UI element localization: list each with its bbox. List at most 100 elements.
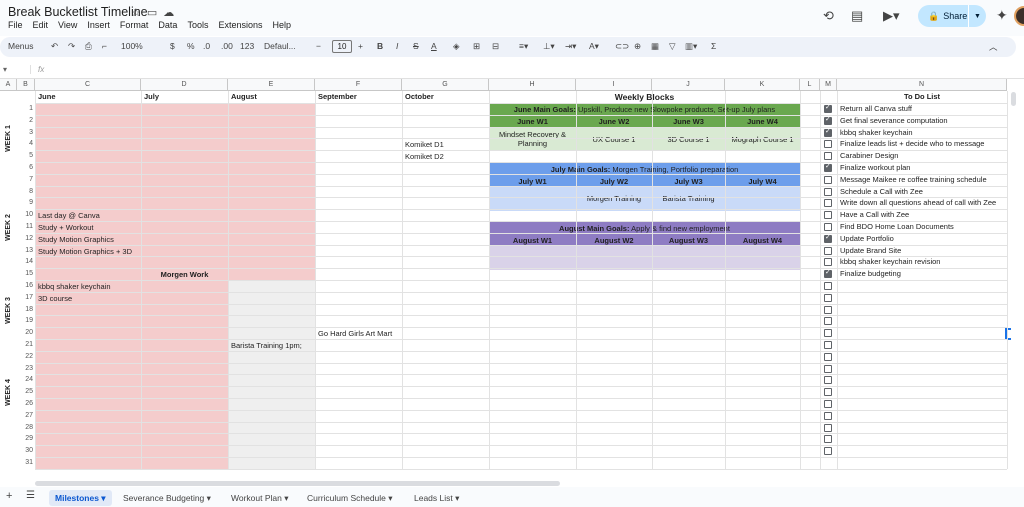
todo-checkbox[interactable] [824, 258, 832, 267]
number-format-button[interactable]: 123 [240, 41, 254, 51]
todo-checkbox[interactable] [824, 127, 832, 137]
menu-view[interactable]: View [58, 20, 77, 30]
row-header[interactable]: 31 [17, 457, 35, 469]
undo-icon[interactable]: ↶ [51, 41, 58, 52]
cell-g4[interactable]: Komiket D1 [403, 139, 488, 151]
row-header[interactable]: 21 [17, 339, 35, 351]
todo-item[interactable]: Finalize workout plan [838, 162, 1006, 174]
todo-item[interactable]: Schedule a Call with Zee [838, 186, 1006, 198]
todo-item[interactable]: Finalize budgeting [838, 268, 1006, 280]
gemini-icon[interactable]: ✦ [996, 7, 1008, 24]
todo-checkbox[interactable] [824, 175, 832, 184]
tab-workout-plan[interactable]: Workout Plan ▾ [225, 490, 295, 506]
row-header[interactable]: 16 [17, 280, 35, 292]
july-task-2[interactable]: Morgen Training [576, 193, 652, 205]
todo-checkbox[interactable] [824, 103, 832, 113]
menu-help[interactable]: Help [272, 20, 291, 30]
row-header[interactable]: 29 [17, 433, 35, 445]
filter-icon[interactable]: ▽ [669, 41, 676, 52]
tab-severance-budgeting[interactable]: Severance Budgeting ▾ [117, 490, 217, 506]
header-july[interactable]: July [142, 91, 227, 103]
menus-search[interactable]: Menus [8, 41, 34, 51]
row-header[interactable]: 24 [17, 374, 35, 386]
todo-item[interactable]: Have a Call with Zee [838, 209, 1006, 221]
fill-color-icon[interactable]: ◈ [453, 41, 460, 52]
row-header[interactable]: 27 [17, 410, 35, 422]
todo-checkbox[interactable] [824, 115, 832, 125]
todo-checkbox[interactable] [824, 162, 832, 172]
functions-icon[interactable]: Σ [711, 41, 716, 51]
text-color-icon[interactable]: A [431, 41, 437, 51]
text-rotation-icon[interactable]: A▾ [589, 41, 599, 52]
document-title[interactable]: Break Bucketlist Timeline [8, 5, 148, 19]
column-header-k[interactable]: K [725, 79, 800, 91]
todo-item[interactable]: kbbq shaker keychain [838, 127, 1006, 139]
all-sheets-icon[interactable]: ☰ [26, 490, 35, 501]
row-header[interactable]: 18 [17, 304, 35, 316]
todo-item[interactable]: Update Brand Site [838, 245, 1006, 257]
row-header[interactable]: 19 [17, 315, 35, 327]
todo-checkbox[interactable] [824, 268, 832, 279]
todo-checkbox[interactable] [824, 352, 832, 361]
todo-item[interactable]: Finalize leads list + decide who to mess… [838, 138, 1006, 150]
filter-views-icon[interactable]: ▥▾ [685, 41, 697, 52]
align-icon[interactable]: ≡▾ [519, 41, 528, 52]
row-header[interactable]: 4 [17, 138, 35, 150]
strikethrough-icon[interactable]: S [413, 41, 419, 51]
cloud-icon[interactable]: ☁ [163, 7, 180, 19]
row-header[interactable]: 25 [17, 386, 35, 398]
font-size-input[interactable]: 10 [332, 40, 352, 53]
insert-comment-icon[interactable]: ⊕ [634, 41, 641, 52]
column-header-h[interactable]: H [489, 79, 576, 91]
row-header[interactable]: 23 [17, 363, 35, 375]
todo-checkbox[interactable] [824, 341, 832, 349]
row-header[interactable]: 20 [17, 327, 35, 339]
june-task-3[interactable]: 3D Course 1 [652, 134, 725, 146]
june-task-2[interactable]: UX Course 1 [576, 134, 652, 146]
row-header[interactable]: 6 [17, 162, 35, 174]
row-header[interactable]: 22 [17, 351, 35, 363]
todo-checkbox[interactable] [824, 305, 832, 314]
todo-checkbox[interactable] [824, 411, 832, 420]
print-icon[interactable]: ⎙ [85, 41, 92, 52]
header-september[interactable]: September [316, 91, 401, 103]
todo-checkbox[interactable] [824, 329, 832, 338]
share-dropdown[interactable]: ▼ [968, 5, 986, 27]
row-header[interactable]: 13 [17, 245, 35, 257]
header-june[interactable]: June [36, 91, 140, 103]
menu-insert[interactable]: Insert [87, 20, 110, 30]
italic-icon[interactable]: I [396, 41, 398, 51]
column-header-c[interactable]: C [35, 79, 141, 91]
row-header[interactable]: 2 [17, 115, 35, 127]
collapse-toolbar-icon[interactable]: ︿ [989, 41, 998, 53]
row-header[interactable]: 14 [17, 256, 35, 268]
text-wrap-icon[interactable]: ⇥▾ [565, 41, 576, 52]
column-header-e[interactable]: E [228, 79, 315, 91]
column-header-b[interactable]: B [17, 79, 35, 91]
vertical-scrollbar[interactable] [1011, 92, 1016, 106]
history-icon[interactable]: ⟲ [823, 8, 834, 24]
font-size-decrease[interactable]: − [316, 41, 321, 51]
todo-checkbox[interactable] [824, 187, 832, 196]
header-august[interactable]: August [229, 91, 314, 103]
july-task-3[interactable]: Barista Training [652, 193, 725, 205]
june-task-4[interactable]: Mograph Course 1 [725, 134, 800, 146]
spreadsheet-grid[interactable]: A B C D E F G H I J K L M N June July Au… [0, 79, 1016, 479]
row-header[interactable]: 7 [17, 174, 35, 186]
todo-checkbox[interactable] [824, 293, 832, 302]
todo-checkbox[interactable] [824, 447, 832, 456]
currency-button[interactable]: $ [170, 41, 175, 51]
column-header-j[interactable]: J [652, 79, 725, 91]
todo-item[interactable]: Find BDO Home Loan Documents [838, 221, 1006, 233]
todo-checkbox[interactable] [824, 423, 832, 432]
comment-icon[interactable]: ▤ [851, 8, 863, 24]
row-header[interactable]: 17 [17, 292, 35, 304]
todo-item[interactable]: Update Portfolio [838, 233, 1006, 245]
font-select[interactable]: Defaul... [264, 41, 296, 51]
column-header-d[interactable]: D [141, 79, 228, 91]
todo-checkbox[interactable] [824, 282, 832, 290]
menu-extensions[interactable]: Extensions [218, 20, 262, 30]
star-icon[interactable]: ☆ [131, 7, 147, 19]
todo-item[interactable]: Get final severance computation [838, 115, 1006, 127]
todo-item[interactable]: Write down all questions ahead of call w… [838, 197, 1006, 209]
